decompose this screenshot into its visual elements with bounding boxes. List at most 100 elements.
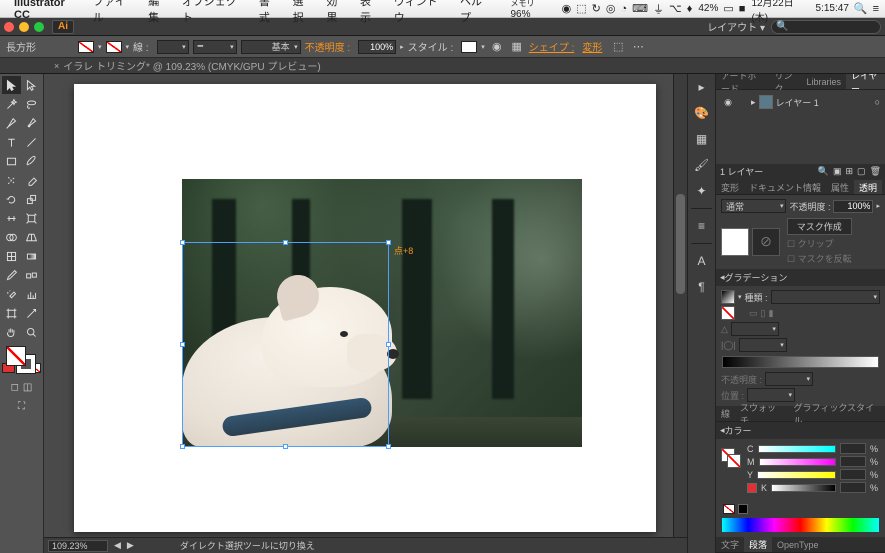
stroke-swatch[interactable] bbox=[106, 41, 122, 53]
window-minimize-button[interactable] bbox=[19, 22, 29, 32]
paintbrush-tool[interactable] bbox=[22, 152, 41, 170]
artboard-tool[interactable] bbox=[2, 304, 21, 322]
cmyk-k-input[interactable] bbox=[840, 482, 866, 493]
evernote-icon[interactable]: ◉ bbox=[562, 2, 572, 15]
locate-layer-icon[interactable]: 🔍 bbox=[818, 166, 829, 177]
menu-help[interactable]: ヘルプ bbox=[460, 0, 493, 25]
dock-expand-icon[interactable]: ▸ bbox=[693, 78, 711, 96]
cmyk-m-slider[interactable] bbox=[759, 458, 836, 466]
scale-tool[interactable] bbox=[22, 190, 41, 208]
screen-mode-selector[interactable]: ⛶ bbox=[2, 401, 41, 417]
color-panel-header[interactable]: ◂ カラー bbox=[716, 422, 885, 439]
menu-file[interactable]: ファイル bbox=[93, 0, 136, 25]
tab-attributes[interactable]: 属性 bbox=[826, 180, 854, 195]
magic-wand-tool[interactable] bbox=[2, 95, 21, 113]
nav-next-icon[interactable]: ▶ bbox=[127, 540, 134, 551]
eraser-tool[interactable] bbox=[22, 171, 41, 189]
stroke-weight-select[interactable] bbox=[157, 40, 189, 54]
shaper-tool[interactable] bbox=[2, 171, 21, 189]
draw-behind-icon[interactable]: ◫ bbox=[23, 382, 32, 398]
gradient-stroke-mode-3[interactable]: ▮ bbox=[768, 308, 773, 319]
gradient-type-select[interactable] bbox=[771, 290, 880, 304]
none-swatch-icon[interactable] bbox=[723, 504, 735, 514]
tab-opentype[interactable]: OpenType bbox=[772, 537, 824, 552]
recolor-icon[interactable]: ◉ bbox=[489, 39, 505, 55]
app-name[interactable]: Illustrator CC bbox=[14, 0, 83, 21]
wifi-icon[interactable]: ⏚ bbox=[653, 1, 664, 17]
keyboard-icon[interactable]: ⌨ bbox=[632, 2, 648, 15]
bluetooth-icon[interactable]: ⌥ bbox=[669, 2, 682, 15]
selection-tool[interactable] bbox=[2, 76, 21, 94]
fill-swatch[interactable] bbox=[78, 41, 94, 53]
window-maximize-button[interactable] bbox=[34, 22, 44, 32]
menu-select[interactable]: 選択 bbox=[293, 0, 315, 25]
transform-link[interactable]: 変形 bbox=[582, 39, 602, 54]
rotate-tool[interactable] bbox=[2, 190, 21, 208]
trans-opacity-input[interactable] bbox=[833, 200, 873, 213]
zoom-level-input[interactable]: 109.23% bbox=[48, 540, 108, 552]
layer-name[interactable]: レイヤー 1 bbox=[776, 96, 819, 109]
spotlight-icon[interactable]: 🔍 bbox=[854, 2, 868, 15]
symbol-sprayer-tool[interactable] bbox=[2, 285, 21, 303]
zoom-tool[interactable] bbox=[22, 323, 41, 341]
menu-view[interactable]: 表示 bbox=[360, 0, 382, 25]
graphic-style-swatch[interactable] bbox=[461, 41, 477, 53]
tab-libraries[interactable]: Libraries bbox=[801, 74, 846, 89]
fill-color-box[interactable] bbox=[6, 346, 26, 366]
gradient-swatch[interactable] bbox=[721, 290, 735, 304]
gradient-panel-header[interactable]: ◂ グラデーション bbox=[716, 269, 885, 286]
dock-swatches-icon[interactable]: ▦ bbox=[693, 130, 711, 148]
tab-graphicstyle[interactable]: グラフィックスタイル bbox=[789, 406, 885, 421]
cmyk-y-input[interactable] bbox=[840, 469, 866, 480]
opacity-input[interactable] bbox=[358, 40, 396, 54]
mask-source-thumb[interactable] bbox=[721, 228, 749, 256]
lasso-tool[interactable] bbox=[22, 95, 41, 113]
dock-paragraph-icon[interactable]: ¶ bbox=[693, 278, 711, 296]
new-layer-icon[interactable]: ▢ bbox=[857, 166, 866, 177]
canvas[interactable]: 点+8 109.23% ◀ ▶ ダイレクト選択ツールに切り換え bbox=[44, 74, 687, 553]
tab-links[interactable]: リンク bbox=[769, 74, 801, 89]
tab-transform[interactable]: 変形 bbox=[716, 180, 744, 195]
search-input[interactable]: 🔍 bbox=[771, 20, 881, 34]
dock-color-icon[interactable]: 🎨 bbox=[693, 104, 711, 122]
curvature-tool[interactable] bbox=[22, 114, 41, 132]
tab-transparency[interactable]: 透明 bbox=[854, 180, 882, 195]
battery-icon[interactable]: ▭ bbox=[723, 2, 733, 15]
mesh-tool[interactable] bbox=[2, 247, 21, 265]
gradient-stroke-icon[interactable] bbox=[721, 306, 735, 320]
tab-swatches[interactable]: スウォッチ bbox=[735, 406, 788, 421]
volume-icon[interactable]: ♦ bbox=[687, 3, 693, 15]
stroke-profile-select[interactable]: ━ bbox=[193, 40, 237, 54]
align-icon[interactable]: ▦ bbox=[509, 39, 525, 55]
dock-brushes-icon[interactable]: 🖌 bbox=[693, 156, 711, 174]
pen-tool[interactable] bbox=[2, 114, 21, 132]
placed-image[interactable] bbox=[182, 179, 582, 447]
dock-character-icon[interactable]: A bbox=[693, 252, 711, 270]
gradient-stop-position[interactable] bbox=[747, 388, 795, 402]
notification-icon[interactable]: ≡ bbox=[873, 3, 879, 15]
color-stroke-chip[interactable] bbox=[727, 454, 741, 468]
draw-normal-icon[interactable]: ◻ bbox=[11, 382, 19, 398]
gradient-stroke-mode-1[interactable]: ▭ bbox=[749, 308, 758, 319]
gradient-slider[interactable] bbox=[722, 356, 879, 368]
brush-select[interactable]: 基本 bbox=[241, 40, 301, 54]
spectrum-bar[interactable] bbox=[722, 518, 879, 532]
menu-object[interactable]: オブジェクト bbox=[182, 0, 247, 25]
delete-layer-icon[interactable]: 🗑 bbox=[870, 166, 881, 177]
fill-stroke-control[interactable] bbox=[2, 344, 41, 376]
new-sublayer-icon[interactable]: ⊞ bbox=[846, 166, 854, 177]
tab-artboard[interactable]: アートボード bbox=[716, 74, 769, 89]
tab-docinfo[interactable]: ドキュメント情報 bbox=[744, 180, 826, 195]
dock-symbols-icon[interactable]: ✦ bbox=[693, 182, 711, 200]
cmyk-k-slider[interactable] bbox=[771, 484, 836, 492]
rectangle-tool[interactable] bbox=[2, 152, 21, 170]
sync-icon[interactable]: ↻ bbox=[592, 2, 601, 15]
ime-icon[interactable]: ■ bbox=[739, 3, 746, 15]
black-swatch-icon[interactable] bbox=[738, 504, 748, 514]
artboard[interactable]: 点+8 bbox=[74, 84, 656, 532]
tab-stroke[interactable]: 線 bbox=[716, 406, 735, 421]
line-tool[interactable] bbox=[22, 133, 41, 151]
menu-window[interactable]: ウィンドウ bbox=[394, 0, 448, 25]
out-of-gamut-icon[interactable] bbox=[747, 483, 757, 493]
direct-selection-tool[interactable] bbox=[22, 76, 41, 94]
